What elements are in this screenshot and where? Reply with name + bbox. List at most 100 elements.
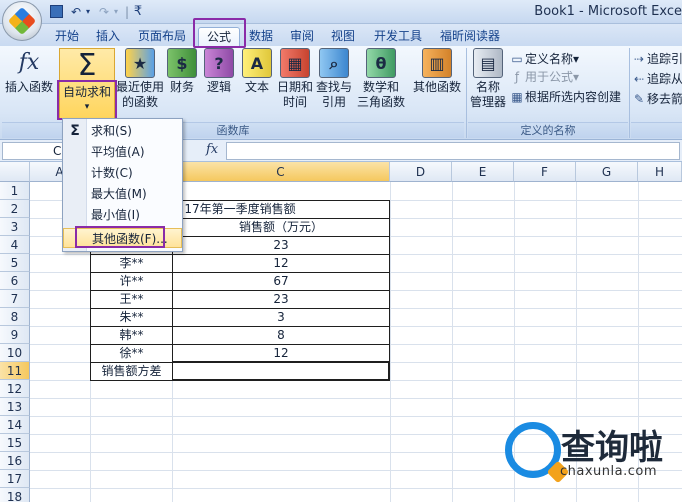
menu-item-sum[interactable]: Σ 求和(S) bbox=[63, 121, 182, 141]
recently-used-button[interactable]: ★ 最近使用 的函数 bbox=[115, 48, 165, 110]
redo-icon: ↷ bbox=[98, 5, 110, 19]
column-header-f[interactable]: F bbox=[514, 162, 576, 182]
logical-button[interactable]: ? 逻辑 bbox=[202, 48, 236, 95]
row-header-10[interactable]: 10 bbox=[0, 344, 30, 362]
define-name-button[interactable]: ▭ 定义名称▾ bbox=[509, 50, 579, 68]
row-header-9[interactable]: 9 bbox=[0, 326, 30, 344]
row-header-17[interactable]: 17 bbox=[0, 470, 30, 488]
value-cell[interactable]: 67 bbox=[173, 272, 389, 290]
undo-dropdown-button[interactable]: ▾ bbox=[83, 4, 93, 20]
chevron-down-icon: ▾ bbox=[84, 102, 90, 112]
row-header-2[interactable]: 2 bbox=[0, 200, 30, 218]
name-cell[interactable]: 李** bbox=[91, 254, 172, 272]
quick-save-button[interactable] bbox=[48, 4, 64, 20]
column-header-g[interactable]: G bbox=[576, 162, 638, 182]
row-header-4[interactable]: 4 bbox=[0, 236, 30, 254]
tab-page-layout[interactable]: 页面布局 bbox=[134, 27, 190, 46]
formula-input[interactable] bbox=[226, 142, 680, 160]
create-from-selection-button[interactable]: ▦ 根据所选内容创建 bbox=[509, 88, 621, 106]
name-cell[interactable]: 许** bbox=[91, 272, 172, 290]
calendar-book-icon: ▦ bbox=[280, 48, 310, 78]
variance-label-cell[interactable]: 销售额方差 bbox=[91, 362, 172, 380]
row-header-5[interactable]: 5 bbox=[0, 254, 30, 272]
row-header-13[interactable]: 13 bbox=[0, 398, 30, 416]
menu-item-more-functions[interactable]: 其他函数(F)... bbox=[63, 228, 182, 248]
tab-home[interactable]: 开始 bbox=[52, 27, 82, 46]
value-cell[interactable]: 12 bbox=[173, 254, 389, 272]
name-cell[interactable]: 朱** bbox=[91, 308, 172, 326]
column-header-cell[interactable]: 销售额（万元） bbox=[173, 218, 389, 236]
name-cell[interactable]: 徐** bbox=[91, 344, 172, 362]
row-header-12[interactable]: 12 bbox=[0, 380, 30, 398]
column-header-c[interactable]: C bbox=[172, 162, 390, 182]
row-header-7[interactable]: 7 bbox=[0, 290, 30, 308]
select-all-corner[interactable] bbox=[0, 162, 30, 182]
tab-foxit-reader[interactable]: 福昕阅读器 bbox=[436, 27, 504, 46]
chevron-down-icon: ▾ bbox=[85, 7, 90, 16]
name-manager-label-1: 名称 bbox=[475, 80, 500, 94]
value-cell[interactable]: 8 bbox=[173, 326, 389, 344]
redo-dropdown-button[interactable]: ▾ bbox=[111, 4, 121, 20]
value-cell[interactable]: 3 bbox=[173, 308, 389, 326]
insert-function-fx-button[interactable]: fx bbox=[206, 142, 220, 160]
row-header-1[interactable]: 1 bbox=[0, 182, 30, 200]
name-cell[interactable]: 王** bbox=[91, 290, 172, 308]
text-button[interactable]: A 文本 bbox=[240, 48, 274, 95]
column-header-d[interactable]: D bbox=[390, 162, 452, 182]
office-button[interactable] bbox=[2, 1, 42, 41]
financial-button[interactable]: $ 财务 bbox=[165, 48, 199, 95]
group-separator bbox=[466, 48, 467, 138]
name-manager-button[interactable]: ▤ 名称 管理器 bbox=[468, 48, 508, 110]
menu-item-max[interactable]: 最大值(M) bbox=[63, 184, 182, 204]
tab-review[interactable]: 审阅 bbox=[287, 27, 317, 46]
trace-dependents-button[interactable]: ⇠ 追踪从 bbox=[631, 70, 682, 88]
autosum-button[interactable]: Σ 自动求和 ▾ bbox=[59, 48, 115, 120]
value-cell[interactable]: 23 bbox=[173, 290, 389, 308]
trace-precedents-button[interactable]: ⇢ 追踪引 bbox=[631, 50, 682, 68]
quick-redo-button[interactable]: ↷ bbox=[96, 4, 112, 20]
row-header-16[interactable]: 16 bbox=[0, 452, 30, 470]
lookup-reference-button[interactable]: ⌕ 查找与 引用 bbox=[314, 48, 354, 110]
customize-quick-access-button[interactable]: ₹ bbox=[130, 4, 146, 20]
row-header-8[interactable]: 8 bbox=[0, 308, 30, 326]
row-header-11[interactable]: 11 bbox=[0, 362, 30, 380]
tab-developer[interactable]: 开发工具 bbox=[370, 27, 426, 46]
theta-book-icon: θ bbox=[366, 48, 396, 78]
value-cell[interactable]: 23 bbox=[173, 236, 389, 254]
menu-item-min[interactable]: 最小值(I) bbox=[63, 205, 182, 225]
row-header-3[interactable]: 3 bbox=[0, 218, 30, 236]
autosum-dropdown-menu: Σ 求和(S) 平均值(A) 计数(C) 最大值(M) 最小值(I) 其他函数(… bbox=[62, 118, 183, 252]
row-header-15[interactable]: 15 bbox=[0, 434, 30, 452]
value-cell[interactable]: 12 bbox=[173, 344, 389, 362]
text-book-icon: A bbox=[242, 48, 272, 78]
use-in-formula-button[interactable]: ƒ 用于公式▾ bbox=[509, 68, 579, 86]
variance-result-cell[interactable] bbox=[173, 362, 389, 380]
remove-arrows-button[interactable]: ✎ 移去箭 bbox=[631, 90, 682, 108]
column-header-e[interactable]: E bbox=[452, 162, 514, 182]
tab-view[interactable]: 视图 bbox=[328, 27, 358, 46]
math-trig-button[interactable]: θ 数学和 三角函数 bbox=[352, 48, 410, 110]
menu-item-label: 计数(C) bbox=[91, 166, 133, 180]
tab-insert[interactable]: 插入 bbox=[93, 27, 123, 46]
insert-function-button[interactable]: fx 插入函数 bbox=[3, 48, 55, 95]
row-header-6[interactable]: 6 bbox=[0, 272, 30, 290]
date-time-button[interactable]: ▦ 日期和 时间 bbox=[276, 48, 314, 110]
menu-item-average[interactable]: 平均值(A) bbox=[63, 142, 182, 162]
fx-small-icon: ƒ bbox=[514, 70, 520, 84]
row-header-18[interactable]: 18 bbox=[0, 488, 30, 502]
tab-formulas[interactable]: 公式 bbox=[198, 27, 240, 46]
trace-arrow-icon: ⇢ bbox=[633, 52, 645, 66]
office-logo-icon bbox=[7, 6, 37, 36]
name-cell[interactable]: 韩** bbox=[91, 326, 172, 344]
quick-undo-button[interactable]: ↶ bbox=[68, 4, 84, 20]
more-functions-button[interactable]: ▥ 其他函数 bbox=[410, 48, 464, 95]
tab-data[interactable]: 数据 bbox=[246, 27, 276, 46]
column-header-h[interactable]: H bbox=[638, 162, 682, 182]
use-in-formula-label: 用于公式 bbox=[525, 70, 574, 84]
menu-item-label: 最大值(M) bbox=[91, 187, 147, 201]
row-header-14[interactable]: 14 bbox=[0, 416, 30, 434]
insert-function-label: 插入函数 bbox=[4, 80, 53, 94]
menu-item-count[interactable]: 计数(C) bbox=[63, 163, 182, 183]
customize-icon: ₹ bbox=[133, 4, 143, 19]
gridline bbox=[390, 182, 391, 502]
